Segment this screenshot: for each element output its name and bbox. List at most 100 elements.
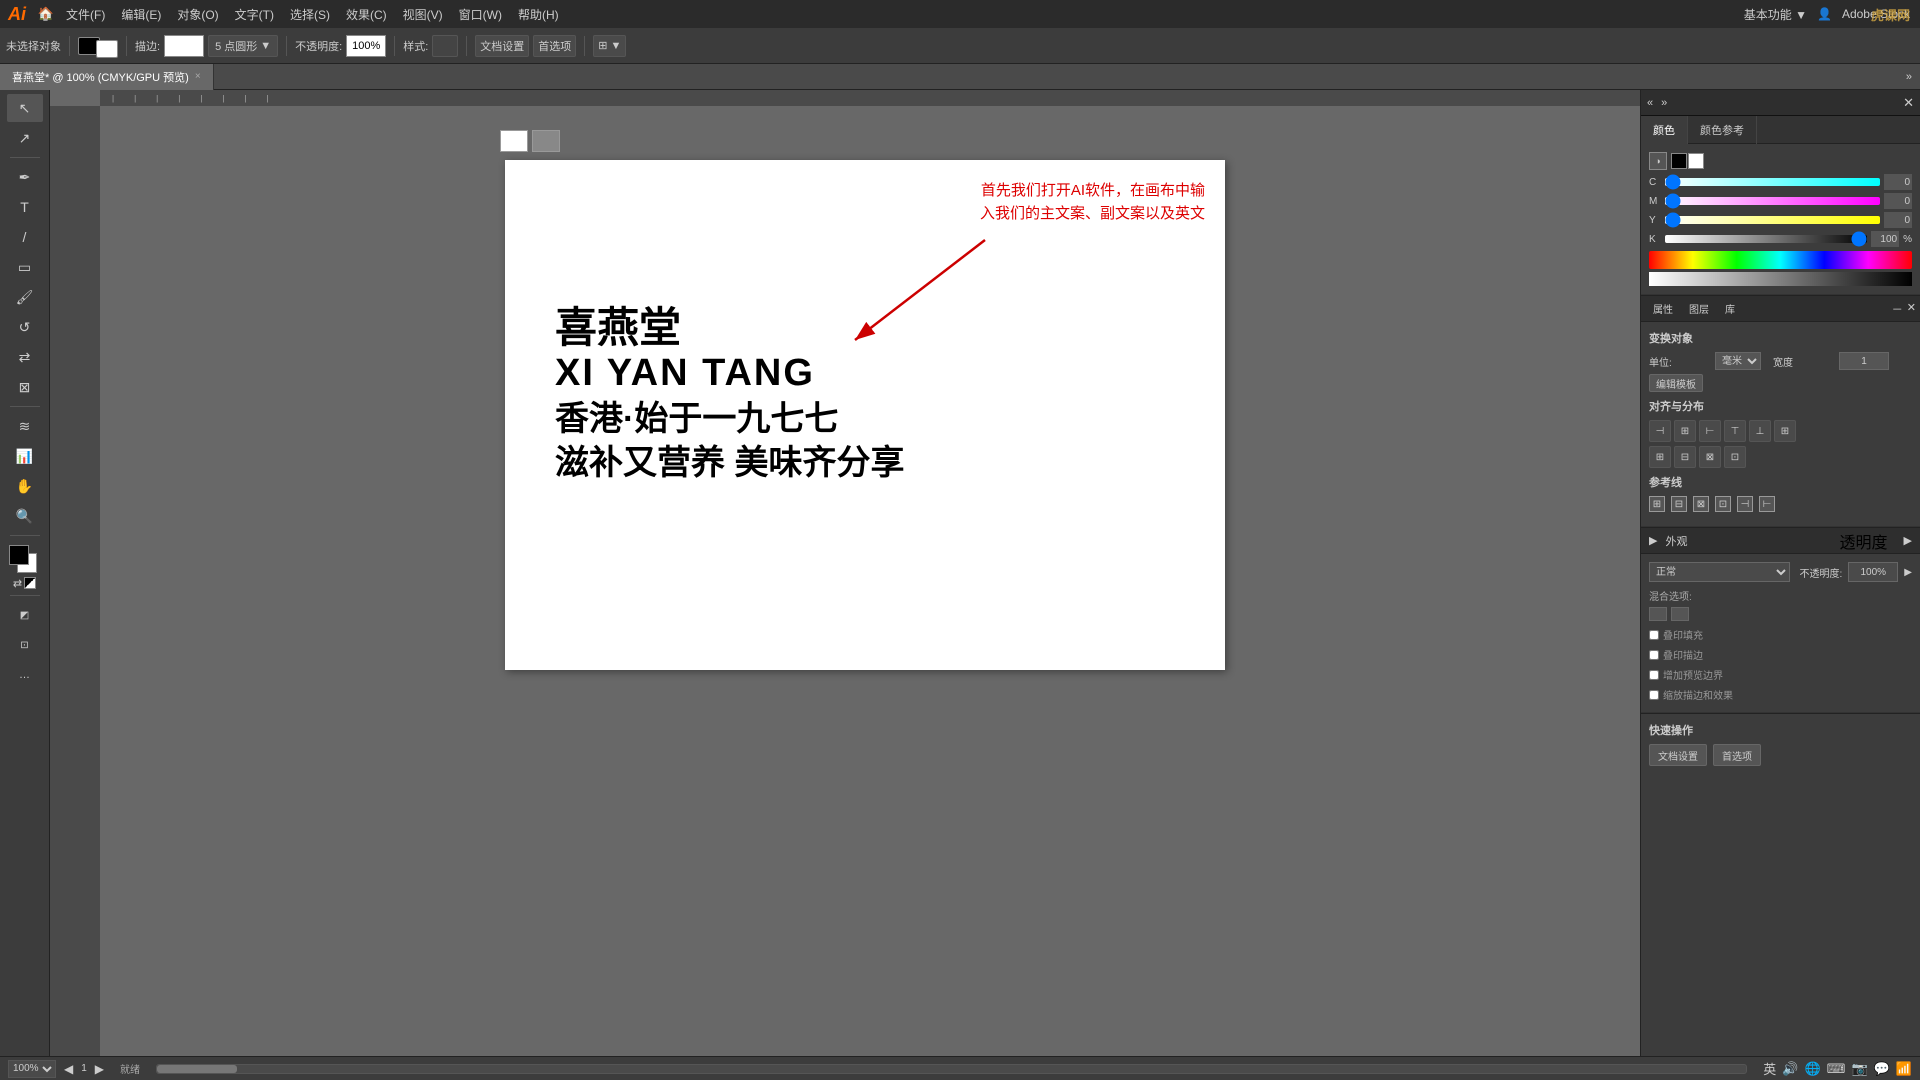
dist-h-btn[interactable]: ⊞ (1649, 446, 1671, 468)
dist-space-h-btn[interactable]: ⊠ (1699, 446, 1721, 468)
bg-color-box[interactable] (1688, 153, 1704, 169)
brush-tool[interactable]: 🖌 (7, 283, 43, 311)
align-right-btn[interactable]: ⊢ (1699, 420, 1721, 442)
menu-effect[interactable]: 效果(C) (338, 0, 395, 28)
k-slider[interactable] (1665, 235, 1867, 243)
tab-properties[interactable]: 属性 (1645, 297, 1681, 321)
hand-tool[interactable]: ✋ (7, 472, 43, 500)
screen-mode-btn[interactable]: ⊡ (7, 631, 43, 659)
swatch-white[interactable] (500, 130, 528, 152)
appearance-expand-icon[interactable]: ▶ (1649, 534, 1657, 547)
blend-mode-select[interactable]: 正常 正片叠底 滤色 (1649, 562, 1790, 582)
align-bottom-btn[interactable]: ⊞ (1774, 420, 1796, 442)
zoom-tool[interactable]: 🔍 (7, 502, 43, 530)
scale-tool[interactable]: ⊠ (7, 373, 43, 401)
rotate-tool[interactable]: ↺ (7, 313, 43, 341)
align-left-btn[interactable]: ⊣ (1649, 420, 1671, 442)
y-slider[interactable] (1665, 216, 1880, 224)
menu-edit[interactable]: 编辑(E) (113, 0, 169, 28)
warp-tool[interactable]: ≋ (7, 412, 43, 440)
k-value[interactable] (1871, 231, 1899, 247)
guide-icon6[interactable]: ⊢ (1759, 496, 1775, 512)
dist-space-v-btn[interactable]: ⊡ (1724, 446, 1746, 468)
type-tool[interactable]: T (7, 193, 43, 221)
panel-expand-btn[interactable]: « (1647, 97, 1653, 109)
rect-tool[interactable]: ▭ (7, 253, 43, 281)
opacity-input[interactable] (346, 35, 386, 57)
color-spectrum-bar[interactable] (1649, 251, 1912, 269)
swap-colors-icon[interactable]: ⇄ (13, 577, 22, 590)
align-hcenter-btn[interactable]: ⊞ (1674, 420, 1696, 442)
fill-swatch[interactable] (9, 545, 29, 565)
y-value[interactable] (1884, 212, 1912, 228)
sys-icon5[interactable]: 💬 (1874, 1061, 1890, 1077)
sys-icon1[interactable]: 🔊 (1782, 1061, 1798, 1077)
guide-icon1[interactable]: ⊞ (1649, 496, 1665, 512)
opacity-value-input[interactable] (1848, 562, 1898, 582)
panel-collapse-btn[interactable]: » (1661, 97, 1667, 109)
align-top-btn[interactable]: ⊤ (1724, 420, 1746, 442)
m-value[interactable] (1884, 193, 1912, 209)
menu-type[interactable]: 文字(T) (227, 0, 282, 28)
guide-icon2[interactable]: ⊟ (1671, 496, 1687, 512)
panel-min-btn[interactable]: － (1892, 301, 1903, 317)
m-slider[interactable] (1665, 197, 1880, 205)
tab-library[interactable]: 库 (1717, 297, 1743, 321)
c-slider[interactable] (1665, 178, 1880, 186)
color-wheel-icon[interactable]: ◑ (1649, 152, 1667, 170)
checkbox-preview-bounds-input[interactable] (1649, 670, 1659, 680)
doc-tab-close[interactable]: × (195, 71, 201, 82)
menu-object[interactable]: 对象(O) (169, 0, 226, 28)
menu-view[interactable]: 视图(V) (395, 0, 451, 28)
checkbox-overprint-fill-input[interactable] (1649, 630, 1659, 640)
opacity-arrow-btn[interactable]: ▶ (1904, 567, 1912, 578)
ime-icon[interactable]: 英 (1763, 1059, 1776, 1078)
sys-icon4[interactable]: 📷 (1851, 1061, 1867, 1077)
default-colors-icon[interactable] (24, 577, 36, 589)
transparency-expand-icon[interactable]: ▶ (1904, 534, 1912, 547)
doc-setup-btn[interactable]: 文档设置 (475, 35, 529, 57)
graph-tool[interactable]: 📊 (7, 442, 43, 470)
checkbox-scale-stroke-input[interactable] (1649, 690, 1659, 700)
guide-icon3[interactable]: ⊠ (1693, 496, 1709, 512)
stroke-input[interactable] (164, 35, 204, 57)
menu-file[interactable]: 文件(F) (58, 0, 113, 28)
next-page-btn[interactable]: ▶ (95, 1062, 104, 1076)
bw-gradient[interactable] (1649, 272, 1912, 286)
blend-opt1[interactable] (1649, 607, 1667, 621)
menu-help[interactable]: 帮助(H) (510, 0, 567, 28)
tab-color-ref[interactable]: 颜色参考 (1688, 116, 1757, 144)
checkbox-overprint-stroke-input[interactable] (1649, 650, 1659, 660)
line-tool[interactable]: / (7, 223, 43, 251)
panel-x-btn[interactable]: ✕ (1907, 301, 1916, 317)
style-swatch[interactable] (432, 35, 458, 57)
fg-color-box[interactable] (1671, 153, 1687, 169)
select-tool[interactable]: ↖ (7, 94, 43, 122)
quick-doc-setup-btn[interactable]: 文档设置 (1649, 744, 1707, 766)
sys-icon6[interactable]: 📶 (1896, 1061, 1912, 1077)
prev-page-btn[interactable]: ◀ (64, 1062, 73, 1076)
point-shape-btn[interactable]: 5 点圆形 ▼ (208, 35, 278, 57)
tab-layers[interactable]: 图层 (1681, 297, 1717, 321)
sys-icon3[interactable]: ⌨ (1827, 1061, 1846, 1077)
arrange-btn[interactable]: ⊞ ▼ (593, 35, 626, 57)
draw-mode-btn[interactable]: … (7, 661, 43, 689)
preference-btn[interactable]: 首选项 (533, 35, 576, 57)
panel-close-btn[interactable]: ✕ (1903, 95, 1914, 111)
width-input[interactable] (1839, 352, 1889, 370)
direct-select-tool[interactable]: ↗ (7, 124, 43, 152)
scrollbar-h[interactable] (156, 1064, 1747, 1074)
menu-select[interactable]: 选择(S) (282, 0, 338, 28)
align-vcenter-btn[interactable]: ⊥ (1749, 420, 1771, 442)
pen-tool[interactable]: ✒ (7, 163, 43, 191)
panel-toggle[interactable]: » (1898, 71, 1920, 83)
stroke-color-btn[interactable] (96, 40, 118, 58)
swatch-gray[interactable] (532, 130, 560, 152)
home-icon[interactable]: 🏠 (34, 0, 58, 28)
guide-icon5[interactable]: ⊣ (1737, 496, 1753, 512)
menu-window[interactable]: 窗口(W) (451, 0, 510, 28)
zoom-select[interactable]: 100% 50% 200% (8, 1060, 56, 1078)
c-value[interactable] (1884, 174, 1912, 190)
mirror-tool[interactable]: ⇄ (7, 343, 43, 371)
doc-tab-active[interactable]: 喜燕堂* @ 100% (CMYK/GPU 预览) × (0, 64, 214, 90)
